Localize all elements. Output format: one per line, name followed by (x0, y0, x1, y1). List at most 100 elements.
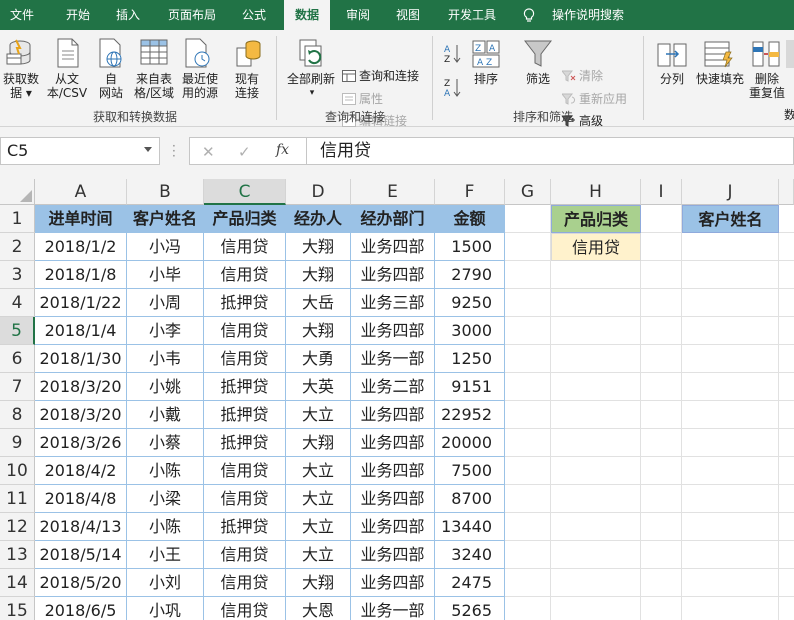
table-cell[interactable]: 大翔 (286, 429, 351, 457)
table-cell[interactable]: 1500 (435, 233, 505, 261)
table-cell[interactable]: 1250 (435, 345, 505, 373)
table-cell[interactable]: 13440 (435, 513, 505, 541)
table-cell[interactable]: 信用贷 (204, 597, 286, 620)
table-cell[interactable]: 小陈 (127, 513, 204, 541)
get-data-button[interactable]: 获取数 据 ▾ (1, 72, 41, 100)
row-header-7[interactable]: 7 (0, 373, 35, 401)
table-cell[interactable]: 2018/5/14 (35, 541, 127, 569)
table-cell[interactable]: 大翔 (286, 233, 351, 261)
header-cell[interactable]: 产品归类 (204, 205, 286, 233)
table-cell[interactable]: 信用贷 (204, 317, 286, 345)
tab-home[interactable]: 开始 (52, 0, 104, 30)
table-cell[interactable]: 抵押贷 (204, 401, 286, 429)
table-cell[interactable]: 业务四部 (351, 513, 435, 541)
criteria-value-cell[interactable]: 信用贷 (551, 233, 641, 261)
table-cell[interactable]: 2018/3/20 (35, 401, 127, 429)
table-cell[interactable]: 2018/1/4 (35, 317, 127, 345)
table-cell[interactable]: 业务一部 (351, 345, 435, 373)
table-cell[interactable]: 信用贷 (204, 569, 286, 597)
table-cell[interactable]: 大岳 (286, 289, 351, 317)
header-cell[interactable]: 金额 (435, 205, 505, 233)
column-header-f[interactable]: F (435, 179, 505, 205)
table-cell[interactable]: 小巩 (127, 597, 204, 620)
table-cell[interactable]: 业务四部 (351, 457, 435, 485)
column-header-g[interactable]: G (505, 179, 551, 205)
table-cell[interactable]: 大立 (286, 457, 351, 485)
table-cell[interactable]: 业务四部 (351, 569, 435, 597)
row-header-15[interactable]: 15 (0, 597, 35, 620)
from-web-button[interactable]: 自 网站 (96, 72, 126, 100)
name-box-dropdown-icon[interactable] (144, 147, 152, 152)
spreadsheet-grid[interactable]: ABCDEFGHIJ 1 2 3 4 5 6 7 8 9 10 11 12 13 14 15 进单时间 客户姓… (0, 179, 794, 620)
table-cell[interactable]: 2018/4/13 (35, 513, 127, 541)
table-cell[interactable]: 2018/1/2 (35, 233, 127, 261)
tab-review[interactable]: 审阅 (336, 0, 380, 30)
table-cell[interactable]: 大翔 (286, 569, 351, 597)
name-box[interactable]: C5 (0, 137, 160, 165)
table-cell[interactable]: 信用贷 (204, 485, 286, 513)
tab-developer[interactable]: 开发工具 (440, 0, 504, 30)
table-cell[interactable]: 7500 (435, 457, 505, 485)
table-cell[interactable]: 业务四部 (351, 485, 435, 513)
table-cell[interactable]: 小韦 (127, 345, 204, 373)
row-header-3[interactable]: 3 (0, 261, 35, 289)
table-cell[interactable]: 业务三部 (351, 289, 435, 317)
insert-function-icon[interactable]: fx (276, 142, 289, 158)
header-cell[interactable]: 进单时间 (35, 205, 127, 233)
tab-insert[interactable]: 插入 (106, 0, 150, 30)
table-cell[interactable]: 小冯 (127, 233, 204, 261)
formula-input[interactable]: 信用贷 (307, 137, 794, 165)
table-cell[interactable]: 业务四部 (351, 429, 435, 457)
formula-bar-grip-icon[interactable]: · · · (172, 140, 176, 162)
table-cell[interactable]: 信用贷 (204, 261, 286, 289)
table-cell[interactable]: 小周 (127, 289, 204, 317)
row-header-13[interactable]: 13 (0, 541, 35, 569)
filter-button[interactable]: 筛选 (520, 72, 556, 86)
table-cell[interactable]: 22952 (435, 401, 505, 429)
table-cell[interactable]: 大恩 (286, 597, 351, 620)
table-cell[interactable]: 20000 (435, 429, 505, 457)
table-cell[interactable]: 2018/1/30 (35, 345, 127, 373)
table-cell[interactable]: 2790 (435, 261, 505, 289)
queries-connections-button[interactable]: 查询和连接 (359, 69, 419, 83)
table-cell[interactable]: 抵押贷 (204, 513, 286, 541)
table-cell[interactable]: 大立 (286, 513, 351, 541)
table-cell[interactable]: 小戴 (127, 401, 204, 429)
table-cell[interactable]: 小李 (127, 317, 204, 345)
table-cell[interactable]: 业务四部 (351, 233, 435, 261)
table-cell[interactable]: 8700 (435, 485, 505, 513)
row-header-9[interactable]: 9 (0, 429, 35, 457)
table-cell[interactable]: 9151 (435, 373, 505, 401)
criteria-header-cell[interactable]: 产品归类 (551, 205, 641, 233)
table-cell[interactable]: 小陈 (127, 457, 204, 485)
table-cell[interactable]: 业务四部 (351, 401, 435, 429)
row-header-11[interactable]: 11 (0, 485, 35, 513)
table-cell[interactable]: 业务二部 (351, 373, 435, 401)
cancel-icon[interactable]: ✕ (202, 143, 215, 161)
column-header-a[interactable]: A (35, 179, 127, 205)
column-header-i[interactable]: I (641, 179, 682, 205)
table-cell[interactable]: 大勇 (286, 345, 351, 373)
enter-icon[interactable]: ✓ (238, 143, 251, 161)
table-cell[interactable]: 2018/5/20 (35, 569, 127, 597)
table-cell[interactable]: 小蔡 (127, 429, 204, 457)
table-cell[interactable]: 2018/3/26 (35, 429, 127, 457)
header-cell[interactable]: 客户姓名 (127, 205, 204, 233)
table-cell[interactable]: 大翔 (286, 317, 351, 345)
tab-data[interactable]: 数据 (284, 0, 330, 30)
table-cell[interactable]: 业务一部 (351, 597, 435, 620)
refresh-dropdown-arrow[interactable]: ▾ (306, 86, 318, 100)
table-cell[interactable]: 小刘 (127, 569, 204, 597)
column-header-j[interactable]: J (682, 179, 779, 205)
table-cell[interactable]: 业务四部 (351, 317, 435, 345)
table-cell[interactable]: 小毕 (127, 261, 204, 289)
table-cell[interactable]: 2018/4/8 (35, 485, 127, 513)
table-cell[interactable]: 信用贷 (204, 345, 286, 373)
select-all-corner[interactable] (0, 179, 35, 205)
table-cell[interactable]: 2018/3/20 (35, 373, 127, 401)
table-cell[interactable]: 大立 (286, 485, 351, 513)
column-header-h[interactable]: H (551, 179, 641, 205)
table-cell[interactable]: 2018/1/8 (35, 261, 127, 289)
table-cell[interactable]: 抵押贷 (204, 289, 286, 317)
tab-page-layout[interactable]: 页面布局 (160, 0, 224, 30)
